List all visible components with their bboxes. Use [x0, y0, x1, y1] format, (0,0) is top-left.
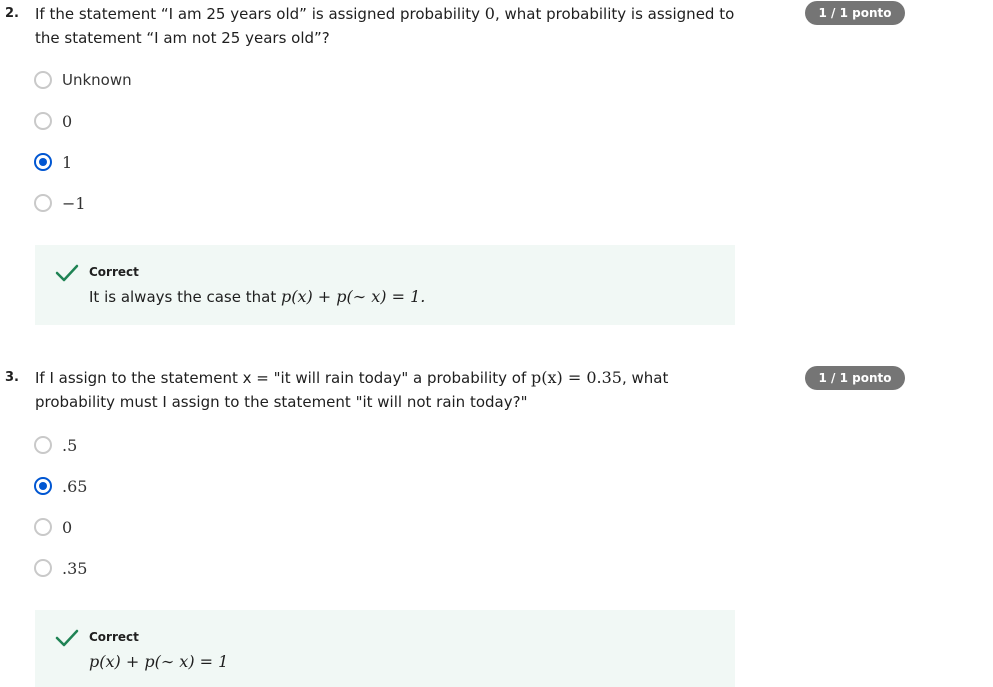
feedback-box: Correct It is always the case that p(x) …	[35, 245, 735, 325]
option-label: Unknown	[62, 71, 132, 89]
option-label: 0	[62, 517, 73, 537]
question-number: 3.	[5, 370, 19, 385]
feedback-formula: p(x) + p(∼ x) = 1	[89, 652, 229, 671]
feedback-box: Correct p(x) + p(∼ x) = 1	[35, 610, 735, 687]
option-point-35[interactable]: .35	[34, 557, 87, 579]
check-icon	[55, 264, 79, 282]
option-minus-1[interactable]: −1	[34, 192, 86, 214]
option-0[interactable]: 0	[34, 516, 72, 538]
radio-button[interactable]	[34, 71, 52, 89]
question-math: 0	[484, 4, 495, 23]
option-unknown[interactable]: Unknown	[34, 69, 132, 91]
points-badge: 1 / 1 ponto	[805, 366, 905, 390]
option-label: .5	[62, 435, 78, 455]
radio-button[interactable]	[34, 518, 52, 536]
feedback-text: p(x) + p(∼ x) = 1	[89, 652, 228, 671]
option-label: 1	[62, 152, 73, 172]
question-text: If the statement “I am 25 years old” is …	[35, 2, 735, 50]
option-label: .35	[62, 558, 88, 578]
option-point-65[interactable]: .65	[34, 475, 87, 497]
feedback-text: It is always the case that p(x) + p(∼ x)…	[89, 287, 425, 306]
question-text-part1: If the statement “I am 25 years old” is …	[35, 5, 485, 23]
option-1[interactable]: 1	[34, 151, 72, 173]
feedback-status: Correct	[89, 265, 139, 279]
question-number: 2.	[5, 6, 19, 21]
feedback-formula: p(x) + p(∼ x) = 1.	[280, 287, 426, 306]
points-badge: 1 / 1 ponto	[805, 1, 905, 25]
feedback-status: Correct	[89, 630, 139, 644]
option-0[interactable]: 0	[34, 110, 72, 132]
radio-button-selected[interactable]	[34, 153, 52, 171]
feedback-prefix: It is always the case that	[89, 288, 281, 306]
question-text: If I assign to the statement x = "it wil…	[35, 366, 735, 414]
option-label: −1	[62, 193, 86, 213]
radio-button[interactable]	[34, 436, 52, 454]
radio-button[interactable]	[34, 194, 52, 212]
question-math: p(x) = 0.35	[531, 368, 622, 387]
option-point-5[interactable]: .5	[34, 434, 77, 456]
radio-button[interactable]	[34, 559, 52, 577]
radio-button-selected[interactable]	[34, 477, 52, 495]
question-text-part1: If I assign to the statement x = "it wil…	[35, 369, 531, 387]
check-icon	[55, 629, 79, 647]
radio-button[interactable]	[34, 112, 52, 130]
option-label: 0	[62, 111, 73, 131]
option-label: .65	[62, 476, 88, 496]
